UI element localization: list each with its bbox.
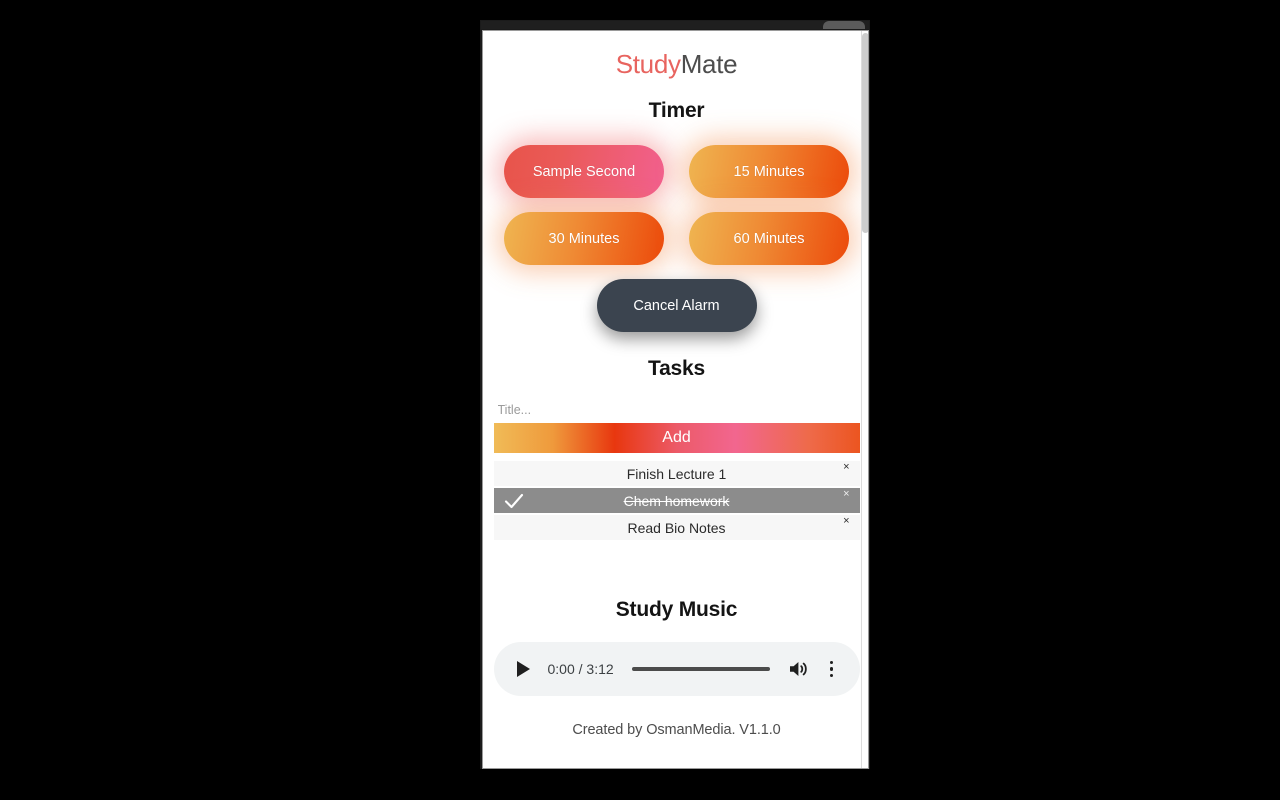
task-add-form: Add bbox=[493, 397, 860, 454]
delete-task-icon[interactable]: × bbox=[841, 487, 851, 502]
timer-button-grid: Sample Second 15 Minutes 30 Minutes 60 M… bbox=[504, 145, 849, 266]
tasks-heading: Tasks bbox=[648, 357, 705, 381]
task-label: Finish Lecture 1 bbox=[626, 465, 727, 482]
add-task-button[interactable]: Add bbox=[493, 423, 860, 454]
task-label: Read Bio Notes bbox=[627, 519, 726, 536]
play-icon[interactable] bbox=[514, 659, 534, 679]
task-title-input[interactable] bbox=[493, 397, 860, 424]
audio-progress-slider[interactable] bbox=[631, 667, 770, 672]
task-row[interactable]: Finish Lecture 1 × bbox=[493, 460, 860, 487]
browser-tab[interactable] bbox=[823, 21, 865, 29]
task-row[interactable]: Read Bio Notes × bbox=[493, 514, 860, 541]
browser-titlebar bbox=[481, 21, 869, 29]
timer-button-sample-second[interactable]: Sample Second bbox=[504, 145, 664, 199]
timer-button-60-minutes[interactable]: 60 Minutes bbox=[689, 212, 849, 266]
cancel-alarm-row: Cancel Alarm bbox=[483, 279, 868, 333]
logo-text-study: Study bbox=[615, 49, 681, 79]
task-label: Chem homework bbox=[623, 492, 730, 509]
cancel-alarm-button[interactable]: Cancel Alarm bbox=[596, 279, 757, 333]
study-music-heading: Study Music bbox=[615, 598, 738, 622]
footer-credit: Created by OsmanMedia. V1.1.0 bbox=[572, 722, 781, 739]
logo-text-mate: Mate bbox=[680, 49, 738, 79]
task-row[interactable]: Chem homework × bbox=[493, 487, 860, 514]
delete-task-icon[interactable]: × bbox=[841, 460, 851, 475]
task-list: Finish Lecture 1 × Chem homework × Read … bbox=[493, 460, 860, 541]
check-icon bbox=[503, 490, 525, 512]
overflow-menu-icon[interactable] bbox=[824, 660, 840, 678]
vertical-scrollbar[interactable] bbox=[861, 31, 868, 768]
timer-button-30-minutes[interactable]: 30 Minutes bbox=[504, 212, 664, 266]
browser-viewport: StudyMate Timer Sample Second 15 Minutes… bbox=[482, 30, 869, 769]
audio-time-display: 0:00 / 3:12 bbox=[547, 661, 614, 678]
volume-icon[interactable] bbox=[788, 659, 810, 679]
browser-window: StudyMate Timer Sample Second 15 Minutes… bbox=[480, 20, 870, 769]
scrollbar-thumb[interactable] bbox=[862, 33, 868, 233]
app-logo: StudyMate bbox=[483, 31, 868, 80]
timer-heading: Timer bbox=[648, 99, 705, 123]
timer-button-15-minutes[interactable]: 15 Minutes bbox=[689, 145, 849, 199]
audio-player[interactable]: 0:00 / 3:12 bbox=[493, 642, 860, 697]
delete-task-icon[interactable]: × bbox=[841, 514, 851, 529]
desktop-background: StudyMate Timer Sample Second 15 Minutes… bbox=[0, 0, 1280, 800]
studymate-app: StudyMate Timer Sample Second 15 Minutes… bbox=[483, 31, 868, 768]
